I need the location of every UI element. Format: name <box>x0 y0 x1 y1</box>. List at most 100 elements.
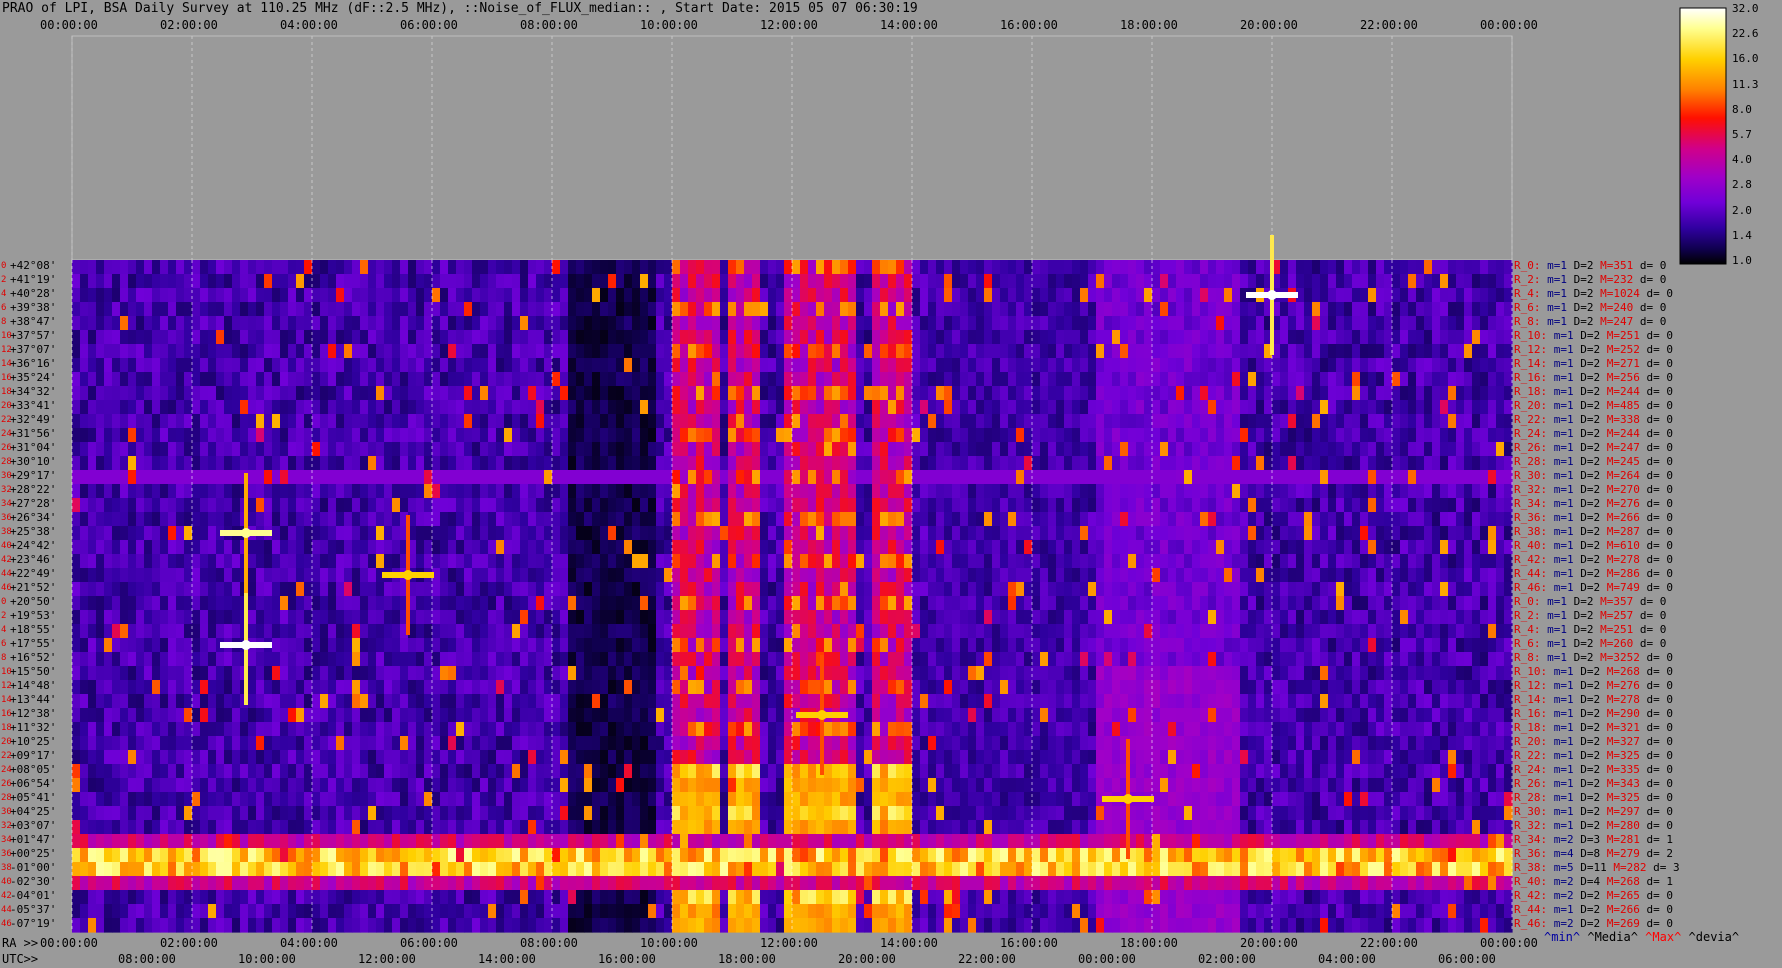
heatmap-cell <box>312 400 321 415</box>
heatmap-cell <box>688 540 697 555</box>
heatmap-cell <box>952 372 961 387</box>
heatmap-cell <box>1328 484 1337 499</box>
heatmap-cell <box>752 484 761 499</box>
heatmap-cell <box>584 456 593 471</box>
heatmap-cell <box>584 428 593 443</box>
heatmap-cell <box>160 638 169 653</box>
heatmap-cell <box>344 302 353 317</box>
heatmap-cell <box>1176 470 1185 485</box>
heatmap-cell <box>216 582 225 597</box>
heatmap-cell <box>1032 470 1041 485</box>
heatmap-cell <box>696 386 705 401</box>
heatmap-cell <box>848 442 857 457</box>
heatmap-cell <box>480 526 489 541</box>
heatmap-cell <box>1144 610 1153 625</box>
heatmap-cell <box>688 288 697 303</box>
heatmap-cell <box>1048 498 1057 513</box>
heatmap-cell <box>376 610 385 625</box>
heatmap-cell <box>912 498 921 513</box>
heatmap-cell <box>368 624 377 639</box>
heatmap-cell <box>776 624 785 639</box>
heatmap-cell <box>1408 344 1417 359</box>
heatmap-cell <box>896 610 905 625</box>
heatmap-cell <box>408 400 417 415</box>
heatmap-cell <box>864 428 873 443</box>
heatmap-cell <box>888 260 897 275</box>
heatmap-cell <box>1168 610 1177 625</box>
heatmap-cell <box>696 456 705 471</box>
heatmap-cell <box>736 274 745 289</box>
heatmap-cell <box>872 442 881 457</box>
heatmap-cell <box>1488 610 1497 625</box>
heatmap-cell <box>624 330 633 345</box>
heatmap-cell <box>536 470 545 485</box>
heatmap-cell <box>728 456 737 471</box>
heatmap-cell <box>248 414 257 429</box>
heatmap-cell <box>1408 358 1417 373</box>
heatmap-cell <box>1248 400 1257 415</box>
heatmap-cell <box>584 526 593 541</box>
heatmap-cell <box>1272 484 1281 499</box>
heatmap-cell <box>960 582 969 597</box>
heatmap-cell <box>456 372 465 387</box>
heatmap-cell <box>864 302 873 317</box>
heatmap-cell <box>224 386 233 401</box>
heatmap-cell <box>504 638 513 653</box>
heatmap-cell <box>744 316 753 331</box>
heatmap-cell <box>144 260 153 275</box>
heatmap-cell <box>496 428 505 443</box>
heatmap-cell <box>1104 456 1113 471</box>
heatmap-cell <box>1384 512 1393 527</box>
heatmap-cell <box>424 624 433 639</box>
heatmap-cell <box>536 400 545 415</box>
heatmap-cell <box>1128 400 1137 415</box>
heatmap-cell <box>888 400 897 415</box>
heatmap-cell <box>216 554 225 569</box>
heatmap-cell <box>328 344 337 359</box>
heatmap-cell <box>1104 358 1113 373</box>
heatmap-cell <box>480 316 489 331</box>
heatmap-cell <box>232 372 241 387</box>
heatmap-cell <box>1136 484 1145 499</box>
heatmap-cell <box>1216 540 1225 555</box>
heatmap-cell <box>104 526 113 541</box>
heatmap-cell <box>1376 596 1385 611</box>
heatmap-cell <box>1200 540 1209 555</box>
heatmap-cell <box>624 372 633 387</box>
heatmap-cell <box>1312 260 1321 275</box>
heatmap-cell <box>1048 512 1057 527</box>
heatmap-cell <box>1400 484 1409 499</box>
heatmap-cell <box>1024 512 1033 527</box>
heatmap-cell <box>1288 372 1297 387</box>
heatmap-cell <box>656 512 665 527</box>
heatmap-cell <box>1176 358 1185 373</box>
heatmap-cell <box>1232 512 1241 527</box>
heatmap-cell <box>968 540 977 555</box>
heatmap-cell <box>504 274 513 289</box>
heatmap-cell <box>1160 344 1169 359</box>
heatmap-cell <box>432 316 441 331</box>
heatmap-cell <box>312 540 321 555</box>
heatmap-cell <box>832 274 841 289</box>
heatmap-cell <box>424 260 433 275</box>
heatmap-cell <box>200 526 209 541</box>
heatmap-cell <box>384 610 393 625</box>
heatmap-cell <box>1200 470 1209 485</box>
heatmap-cell <box>1168 260 1177 275</box>
heatmap-cell <box>792 624 801 639</box>
heatmap-cell <box>120 610 129 625</box>
heatmap-cell <box>1032 400 1041 415</box>
heatmap-cell <box>864 316 873 331</box>
heatmap-cell <box>280 470 289 485</box>
heatmap-cell <box>152 610 161 625</box>
heatmap-cell <box>536 638 545 653</box>
heatmap-cell <box>600 582 609 597</box>
heatmap-cell <box>488 372 497 387</box>
heatmap-cell <box>744 484 753 499</box>
heatmap-cell <box>904 344 913 359</box>
heatmap-cell <box>472 498 481 513</box>
heatmap-cell <box>128 498 137 513</box>
heatmap-cell <box>456 260 465 275</box>
heatmap-cell <box>1112 400 1121 415</box>
heatmap-cell <box>840 540 849 555</box>
